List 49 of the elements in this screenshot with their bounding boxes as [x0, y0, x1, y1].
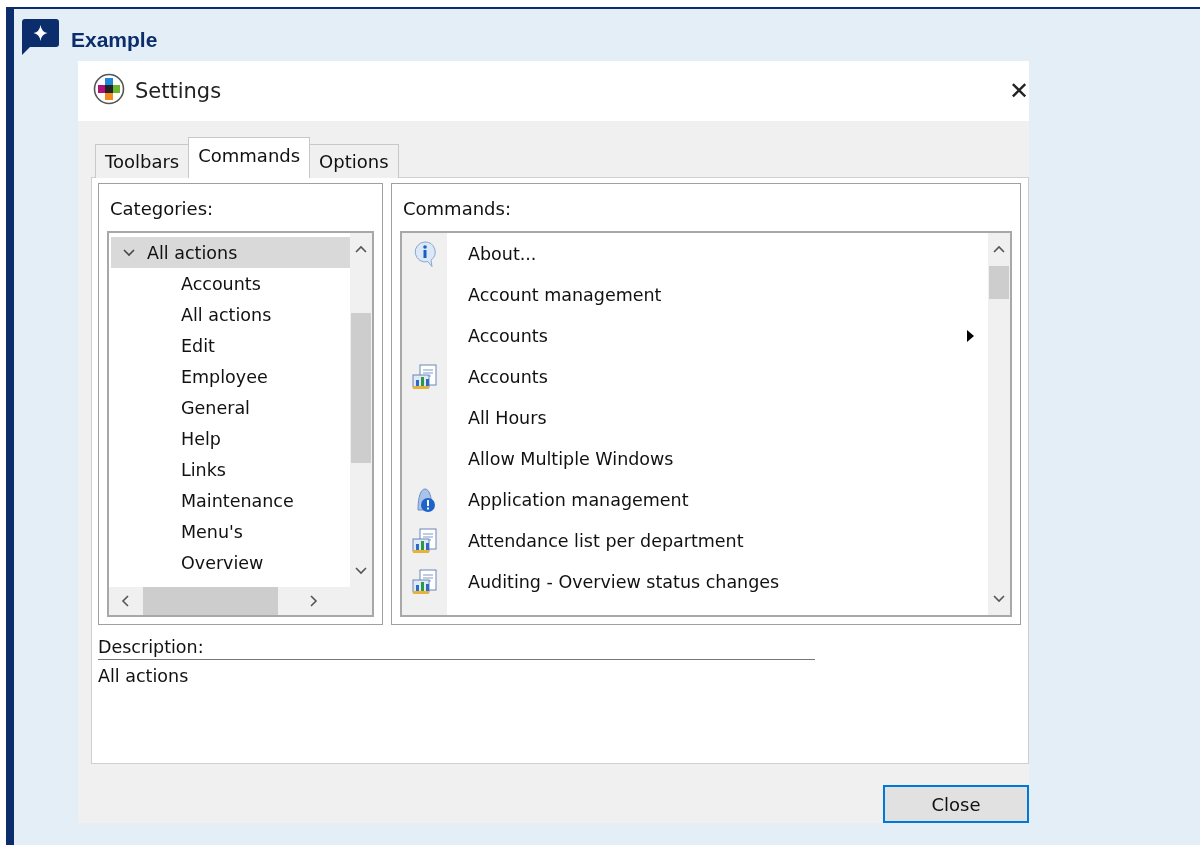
tab[interactable]: Options [309, 144, 399, 178]
horizontal-scrollbar[interactable] [109, 587, 372, 615]
scroll-up-icon[interactable] [993, 245, 1005, 253]
tab[interactable]: Commands [188, 137, 311, 178]
tree-item[interactable]: Maintenance [111, 485, 350, 516]
command-item[interactable]: All Hours [402, 397, 988, 438]
example-heading: Example [71, 28, 158, 52]
tree-item[interactable]: Employee [111, 361, 350, 392]
close-button[interactable]: ✕ [1004, 77, 1029, 105]
command-item[interactable]: Accounts [402, 356, 988, 397]
commands-label: Commands: [403, 198, 511, 219]
scroll-down-icon[interactable] [993, 595, 1005, 603]
categories-label: Categories: [110, 198, 214, 219]
sparkle-chat-icon [22, 19, 59, 55]
scroll-thumb[interactable] [143, 587, 278, 615]
command-item[interactable]: Application management [402, 479, 988, 520]
window-title: Settings [135, 79, 223, 103]
app-logo-icon [93, 73, 125, 105]
scroll-thumb[interactable] [351, 313, 371, 463]
scroll-right-icon[interactable] [310, 595, 318, 607]
report-chart-icon [410, 362, 439, 391]
command-item[interactable]: Accounts [402, 315, 988, 356]
report-chart-icon [410, 526, 439, 555]
scroll-down-icon[interactable] [355, 567, 367, 575]
scroll-left-icon[interactable] [121, 595, 129, 607]
tree-item[interactable]: Overview [111, 547, 350, 578]
close-dialog-button[interactable]: Close [883, 785, 1029, 823]
tree-item[interactable]: Edit [111, 330, 350, 361]
scroll-up-icon[interactable] [355, 245, 367, 253]
tab[interactable]: Toolbars [95, 144, 190, 178]
tree-item[interactable]: Menu's [111, 516, 350, 547]
command-item[interactable]: Allow Multiple Windows [402, 438, 988, 479]
command-item[interactable]: Account management [402, 274, 988, 315]
vertical-scrollbar[interactable] [988, 233, 1010, 615]
tree-item[interactable]: All actions [111, 237, 350, 268]
description-text: All actions [98, 666, 190, 686]
collapse-caret-icon[interactable] [123, 248, 135, 257]
command-item[interactable]: About... [402, 233, 988, 274]
tree-item[interactable]: Help [111, 423, 350, 454]
tree-item[interactable]: Accounts [111, 268, 350, 299]
scroll-thumb[interactable] [989, 266, 1009, 299]
tree-item[interactable]: All actions [111, 299, 350, 330]
description-label: Description: [98, 637, 815, 660]
tree-item[interactable]: Links [111, 454, 350, 485]
command-item[interactable]: Auditing - Overview status changes [402, 561, 988, 602]
report-chart-icon [410, 567, 439, 596]
tree-item[interactable]: General [111, 392, 350, 423]
vertical-scrollbar[interactable] [350, 233, 372, 587]
command-item[interactable]: Attendance list per department [402, 520, 988, 561]
